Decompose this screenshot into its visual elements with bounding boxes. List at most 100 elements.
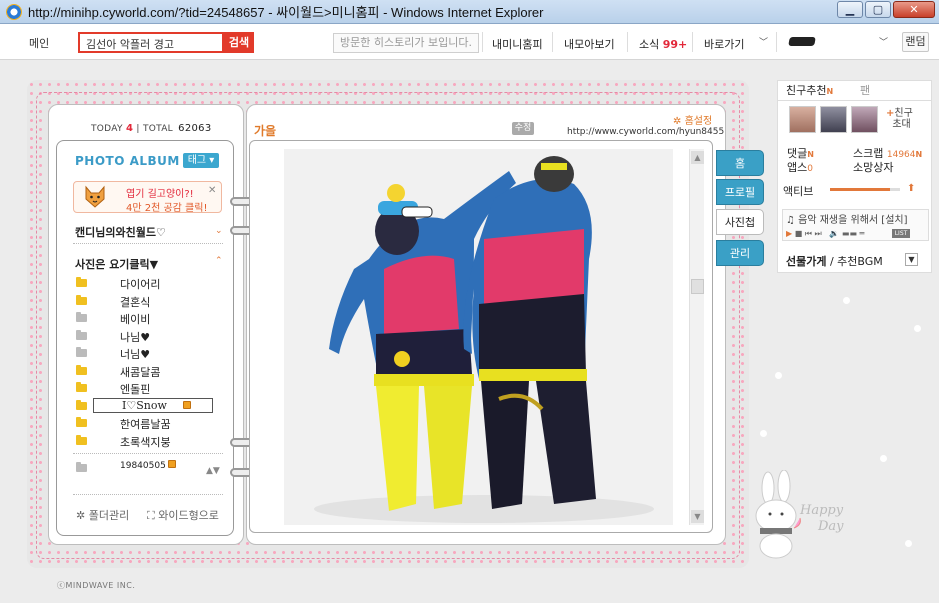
nav-shortcut[interactable]: 바로가기 bbox=[704, 36, 744, 52]
new-badge-icon bbox=[183, 400, 191, 409]
folder-item[interactable]: 초록색지붕 bbox=[75, 433, 225, 451]
search-input[interactable]: 김선아 악플러 경고 bbox=[78, 32, 224, 53]
folder-icon bbox=[76, 434, 87, 445]
search-button[interactable]: 검색 bbox=[224, 32, 254, 53]
snow-dot bbox=[880, 455, 887, 462]
folder-item[interactable]: 새콤달콤 bbox=[75, 363, 225, 381]
total-value: 62063 bbox=[178, 123, 212, 134]
activity-bar-fill bbox=[830, 188, 890, 191]
ad-close-icon[interactable]: ✕ bbox=[208, 185, 216, 196]
edit-button[interactable]: 수정 bbox=[512, 122, 534, 135]
window-title: http://minihp.cyworld.com/?tid=24548657 … bbox=[28, 5, 544, 20]
tab-manage[interactable]: 관리 bbox=[716, 240, 764, 266]
folder-category[interactable]: 캔디님의와친월드♡ bbox=[75, 224, 166, 240]
folder-item[interactable]: 19840505 bbox=[75, 460, 225, 478]
chevron-down-icon[interactable]: ﹀ bbox=[759, 35, 768, 48]
play-icon[interactable]: ▶ bbox=[786, 229, 792, 238]
folder-icon bbox=[76, 417, 87, 427]
tab-home[interactable]: 홈 bbox=[716, 150, 764, 176]
tab-fan[interactable]: 팬 bbox=[860, 82, 870, 98]
folder-icon bbox=[76, 364, 87, 375]
nav-my-minihompy[interactable]: 내미니홈피 bbox=[492, 36, 543, 52]
tab-profile[interactable]: 프로필 bbox=[716, 179, 764, 205]
chevron-down-icon[interactable]: ﹀ bbox=[879, 35, 888, 48]
today-label: TODAY bbox=[91, 124, 123, 134]
scroll-down-icon[interactable]: ▼ bbox=[691, 510, 704, 523]
close-button[interactable]: ✕ bbox=[893, 1, 935, 18]
nav-collection[interactable]: 내모아보기 bbox=[564, 36, 615, 52]
window-titlebar: http://minihp.cyworld.com/?tid=24548657 … bbox=[0, 0, 939, 24]
snow-dot bbox=[775, 372, 782, 379]
random-button[interactable]: 랜덤 bbox=[902, 32, 929, 52]
maximize-button[interactable]: ▢ bbox=[865, 1, 891, 18]
ad-subline[interactable]: 4만 2천 공감 클릭! bbox=[126, 199, 207, 214]
folder-item[interactable]: 베이비 bbox=[75, 310, 225, 328]
album-photo[interactable] bbox=[284, 149, 673, 525]
nav-news[interactable]: 소식 99+ bbox=[639, 36, 687, 52]
snow-dot bbox=[760, 430, 767, 437]
snow-dot bbox=[905, 540, 912, 547]
volume-icon[interactable]: 🔉 bbox=[829, 229, 839, 238]
happy-day-text: Happy Day bbox=[800, 503, 844, 534]
ie-logo-icon bbox=[6, 3, 22, 20]
folder-item[interactable]: 한여름날꿈 bbox=[75, 415, 225, 433]
folder-management-link[interactable]: ✲ 폴더관리 bbox=[76, 507, 129, 523]
ad-headline[interactable]: 엽기 길고양이?! bbox=[126, 185, 194, 200]
wide-view-link[interactable]: ⛶ 와이드형으로 bbox=[147, 507, 219, 523]
history-box[interactable]: 방문한 히스토리가 보입니다. bbox=[333, 33, 479, 53]
folder-item[interactable]: 엔돌핀 bbox=[75, 380, 225, 398]
gift-shop-link[interactable]: 선물가게 / 추천BGM bbox=[786, 253, 883, 269]
minimize-button[interactable]: ▁ bbox=[837, 1, 863, 18]
tag-button[interactable]: 태그 ▾ bbox=[183, 153, 219, 168]
apps-link[interactable]: 앱스0 bbox=[787, 159, 813, 175]
snow-dot bbox=[914, 325, 921, 332]
divider bbox=[73, 243, 223, 244]
music-note-icon: ♫ bbox=[786, 215, 799, 226]
tab-friend-recommend[interactable]: 친구추천N bbox=[786, 82, 833, 98]
folder-category[interactable]: 사진은 요기클릭▼ bbox=[75, 256, 158, 272]
divider bbox=[73, 453, 223, 454]
music-controls[interactable]: ▶ ■ ⏮ ⏭ 🔉 ▬▬ ═ bbox=[786, 229, 864, 239]
chevron-down-icon[interactable]: ▼ bbox=[905, 253, 918, 266]
nav-divider bbox=[552, 32, 553, 52]
nav-divider bbox=[692, 32, 693, 52]
tab-photo-album[interactable]: 사진첩 bbox=[716, 209, 764, 235]
folder-item[interactable]: 너님♥ bbox=[75, 345, 225, 363]
friend-thumbnail[interactable] bbox=[820, 106, 847, 133]
folder-icon bbox=[76, 312, 87, 322]
folder-icon bbox=[76, 462, 87, 472]
folder-icon bbox=[76, 294, 87, 305]
friend-thumbnail[interactable] bbox=[851, 106, 878, 133]
top-navigation: 메인 김선아 악플러 경고 검색 방문한 히스토리가 보입니다. 내미니홈피 내… bbox=[0, 24, 939, 60]
chevron-up-icon[interactable]: ⌃ bbox=[215, 256, 223, 266]
content-scrollbar[interactable]: ▲ ▼ bbox=[689, 149, 704, 525]
friend-thumbnail[interactable] bbox=[789, 106, 816, 133]
folder-item[interactable]: 다이어리 bbox=[75, 275, 225, 293]
copyright: ⓒMINDWAVE INC. bbox=[57, 581, 136, 590]
cat-icon bbox=[85, 185, 105, 208]
music-list-button[interactable]: LIST bbox=[892, 229, 910, 238]
folder-list: 다이어리 결혼식 베이비 나님♥ 너님♥ 새콤달콤 엔돌핀 I♡Snow 한여름… bbox=[75, 275, 225, 450]
nav-divider bbox=[776, 32, 777, 52]
new-badge-icon bbox=[168, 460, 176, 468]
home-url[interactable]: http://www.cyworld.com/hyun8455 bbox=[567, 127, 724, 137]
activity-label: 액티브 bbox=[783, 185, 814, 198]
music-install-text[interactable]: ♫ 음악 재생을 위해서 [설치] bbox=[786, 211, 926, 226]
user-name-redacted bbox=[788, 37, 816, 46]
divider bbox=[73, 494, 223, 495]
list-scroll-arrows-icon[interactable]: ▲▼ bbox=[206, 466, 220, 476]
activity-bar bbox=[830, 188, 900, 191]
folder-icon bbox=[76, 277, 87, 287]
folder-item[interactable]: 나님♥ bbox=[75, 328, 225, 346]
nav-main-link[interactable]: 메인 bbox=[29, 35, 49, 51]
chevron-down-icon[interactable]: ⌄ bbox=[215, 226, 223, 236]
friend-invite-link[interactable]: +친구 초대 bbox=[886, 108, 913, 130]
gift-box-link[interactable]: 소망상자 bbox=[853, 159, 893, 175]
scroll-thumb[interactable] bbox=[691, 279, 704, 294]
gear-icon: ✲ bbox=[76, 509, 89, 522]
scroll-up-icon[interactable]: ▲ bbox=[691, 151, 704, 164]
expand-icon: ⛶ bbox=[147, 509, 159, 522]
home-settings-link[interactable]: ✲ 홈설정 bbox=[673, 112, 712, 127]
folder-item-selected[interactable]: I♡Snow bbox=[75, 397, 225, 416]
folder-item[interactable]: 결혼식 bbox=[75, 293, 225, 311]
